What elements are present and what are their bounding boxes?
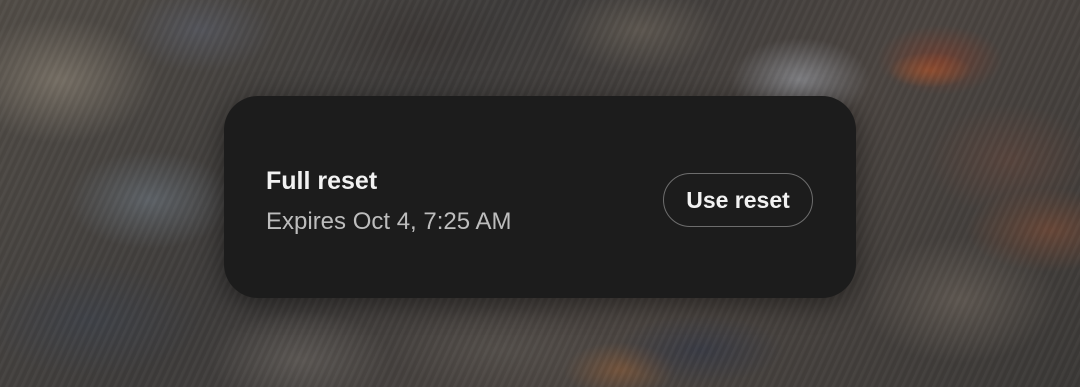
use-reset-button[interactable]: Use reset: [663, 173, 813, 227]
reset-card: Full reset Expires Oct 4, 7:25 AM Use re…: [224, 96, 856, 298]
reset-expiry-text: Expires Oct 4, 7:25 AM: [266, 208, 512, 235]
reset-title: Full reset: [266, 167, 378, 195]
